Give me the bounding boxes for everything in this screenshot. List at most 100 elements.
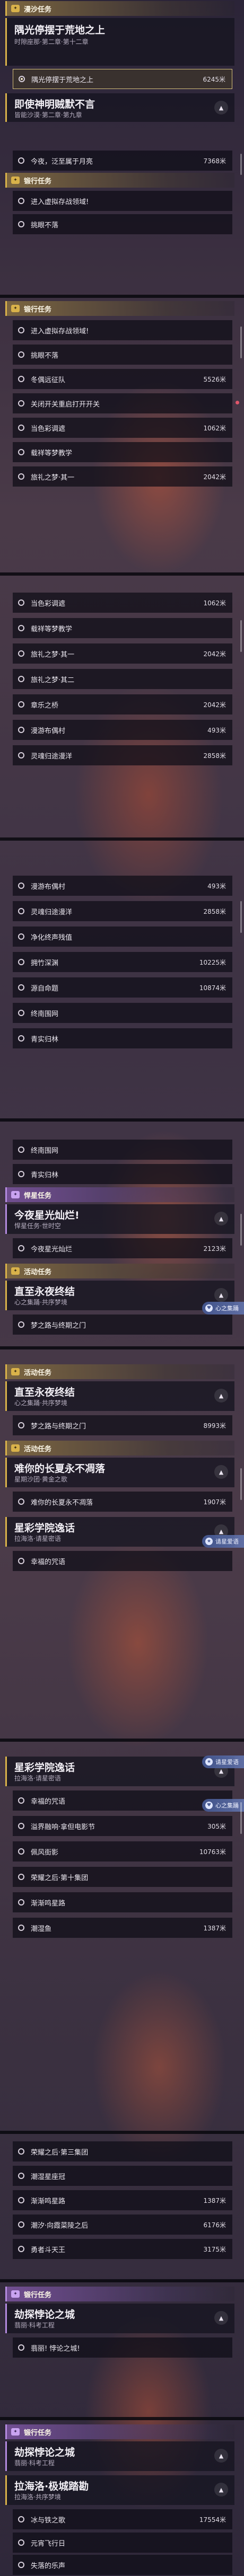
quest-step-row[interactable]: 旅礼之梦·其一 2042米 bbox=[13, 466, 232, 487]
quest-step-row[interactable]: 章乐之桥 2042米 bbox=[13, 694, 232, 714]
chevron-up-icon[interactable]: ▲ bbox=[214, 2449, 228, 2463]
quest-card[interactable]: 劫探悖论之城 翡丽·科考工程 ▲ bbox=[5, 2304, 234, 2333]
quest-step-label: 章乐之桥 bbox=[31, 701, 59, 710]
quest-step-row[interactable]: 梦之路与终期之门 bbox=[13, 1315, 232, 1335]
quest-step-row[interactable]: 终南围网 bbox=[13, 1140, 232, 1160]
quest-step-row[interactable]: 渐渐鸣星路 1387米 bbox=[13, 2190, 232, 2210]
chevron-up-icon[interactable]: ▲ bbox=[214, 101, 228, 114]
chevron-up-icon[interactable]: ▲ bbox=[214, 2483, 228, 2496]
quest-step-row[interactable]: 元宵飞行日 bbox=[13, 2533, 232, 2553]
partner-badge[interactable]: ★ 请星爱语 bbox=[202, 1535, 244, 1548]
quest-step-row[interactable]: 幸福的咒语 bbox=[13, 1790, 232, 1811]
quest-step-row[interactable]: 当色彩调遮 1062米 bbox=[13, 418, 232, 438]
distance-label: 2858米 bbox=[203, 907, 226, 915]
quest-step-label: 拥竹深渊 bbox=[31, 959, 59, 967]
quest-step-row[interactable]: 翡丽! 悖论之城! bbox=[13, 2337, 232, 2358]
quest-step-row[interactable]: 难你的长夏永不凋落 1907米 bbox=[13, 1492, 232, 1512]
quest-step-row[interactable]: 载祥等梦教学 bbox=[13, 618, 232, 638]
quest-step-row[interactable]: 终南围网 bbox=[13, 1003, 232, 1023]
quest-subtitle: 心之集踊·共序梦境 bbox=[14, 1299, 67, 1306]
quest-step-label: 旅礼之梦·其一 bbox=[31, 650, 75, 659]
quest-step-row[interactable]: 佩风街影 10763米 bbox=[13, 1841, 232, 1862]
chevron-up-icon[interactable]: ▲ bbox=[214, 1389, 228, 1402]
quest-step-row[interactable]: 冬偶远征队 5526米 bbox=[13, 369, 232, 389]
chevron-up-icon[interactable]: ▲ bbox=[214, 1212, 228, 1225]
section-header-label: 锻行任务 bbox=[24, 2429, 52, 2437]
quest-step-row[interactable]: 青实归林 bbox=[13, 1164, 232, 1184]
distance-label: 10225米 bbox=[199, 958, 226, 966]
screenshot-frame-1: ✦ 漫沙任务 隅光停摆于荒地之上 时隙座那·第二章·第十二章 隅光停摆于荒地之上… bbox=[0, 0, 244, 122]
quest-step-row[interactable]: 溢界融响·拿但电影节 305米 bbox=[13, 1816, 232, 1836]
scrollbar-thumb[interactable] bbox=[240, 154, 242, 175]
scrollbar-thumb[interactable] bbox=[240, 620, 242, 652]
quest-step-row[interactable]: 今夜，泛至属于月亮 7368米 bbox=[13, 151, 232, 171]
crew-badge[interactable]: ♥ 心之集踊 bbox=[202, 1302, 244, 1315]
quest-step-row[interactable]: 拥竹深渊 10225米 bbox=[13, 952, 232, 972]
quest-subtitle: 时隙座那·第二章·第十二章 bbox=[14, 38, 89, 46]
quest-card[interactable]: 星彩学院逸话 拉海洛·请星密语 ▲ bbox=[5, 1757, 234, 1786]
quest-step-row[interactable]: 潮汐·向霞菜陵之后 6176米 bbox=[13, 2215, 232, 2235]
frame-divider bbox=[0, 295, 244, 298]
quest-step-row[interactable]: 潮湿星座冠 bbox=[13, 2166, 232, 2186]
quest-step-row-selected[interactable]: 隅光停摆于荒地之上 6245米 bbox=[13, 69, 232, 89]
quest-step-row[interactable]: 进入虚拟存战领域! bbox=[13, 320, 232, 340]
scrollbar-thumb[interactable] bbox=[240, 1214, 242, 1246]
quest-step-row[interactable]: 梦之路与终期之门 8993米 bbox=[13, 1415, 232, 1435]
scrollbar-thumb[interactable] bbox=[240, 1802, 242, 1834]
quest-step-row[interactable]: 潮湿鱼 1387米 bbox=[13, 1918, 232, 1938]
quest-step-row[interactable]: 挑眼不落 bbox=[13, 345, 232, 365]
quest-step-row[interactable]: 荣耀之后·第三集团 bbox=[13, 2141, 232, 2162]
scrollbar-thumb[interactable] bbox=[240, 1468, 242, 1500]
quest-step-label: 元宵飞行日 bbox=[31, 2539, 66, 2548]
quest-step-label: 失落的乐声 bbox=[31, 2562, 66, 2570]
section-header-event: ✦ 活动任务 bbox=[5, 1264, 234, 1278]
quest-card[interactable]: 直至永夜终结 心之集踊·共序梦境 ▲ bbox=[5, 1381, 234, 1411]
quest-step-row[interactable]: 灵魂归途漫洋 2858米 bbox=[13, 901, 232, 921]
chevron-up-icon[interactable]: ▲ bbox=[214, 1288, 228, 1302]
partner-badge[interactable]: ★ 请星爱语 bbox=[202, 1755, 244, 1768]
quest-title: 拉海洛·极城踏勘 bbox=[14, 2481, 89, 2492]
quest-step-row[interactable]: 青实归林 bbox=[13, 1028, 232, 1048]
radio-icon bbox=[18, 157, 24, 164]
distance-label: 10763米 bbox=[199, 1848, 226, 1856]
quest-step-row[interactable]: 漫游布偶村 493米 bbox=[13, 720, 232, 740]
section-header-forge: ✦ 锻行任务 bbox=[5, 2424, 234, 2439]
quest-step-row[interactable]: 当色彩调遮 1062米 bbox=[13, 593, 232, 613]
crew-badge[interactable]: ♥ 心之集踊 bbox=[202, 1799, 244, 1812]
quest-step-row[interactable]: 源自命题 10874米 bbox=[13, 977, 232, 998]
quest-step-row[interactable]: 净化终声残值 bbox=[13, 927, 232, 947]
quest-subtitle: 星期沙团·黄金之歌 bbox=[14, 1476, 67, 1483]
quest-step-row[interactable]: 挑眼不落 bbox=[13, 214, 232, 234]
quest-step-row[interactable]: 今夜星光灿烂 2123米 bbox=[13, 1238, 232, 1258]
quest-step-row[interactable]: 关闭开关重启打开开关 bbox=[13, 393, 232, 413]
quest-step-row[interactable]: 勇者斗天王 3175米 bbox=[13, 2239, 232, 2259]
quest-card[interactable]: 今夜星光灿烂! 悍星任务·世时空 ▲ bbox=[5, 1204, 234, 1234]
quest-step-row[interactable]: 灵魂归途漫洋 2858米 bbox=[13, 745, 232, 765]
quest-step-row[interactable]: 幸福的咒语 bbox=[13, 1551, 232, 1571]
quest-step-row[interactable]: 荣耀之后·第十集团 bbox=[13, 1867, 232, 1887]
quest-step-row[interactable]: 进入虚拟存战领域! bbox=[13, 191, 232, 211]
quest-step-label: 荣耀之后·第十集团 bbox=[31, 1874, 89, 1882]
radio-icon bbox=[18, 599, 24, 606]
quest-card[interactable]: 劫探悖论之城 翡丽·科考工程 ▲ bbox=[5, 2441, 234, 2471]
radio-icon bbox=[18, 1035, 24, 1042]
quest-card[interactable]: 难你的长夏永不凋落 星期沙团·黄金之歌 ▲ bbox=[5, 1458, 234, 1487]
quest-step-row[interactable]: 渐渐鸣星路 bbox=[13, 1892, 232, 1912]
scrollbar-thumb[interactable] bbox=[240, 901, 242, 933]
quest-step-row[interactable]: 漫游布偶村 493米 bbox=[13, 876, 232, 896]
quest-step-row[interactable]: 冰与铁之歌 17554米 bbox=[13, 2509, 232, 2529]
partner-badge-label: 请星爱语 bbox=[215, 1759, 239, 1766]
chevron-up-icon[interactable]: ▲ bbox=[214, 2311, 228, 2325]
quest-card[interactable]: 拉海洛·极城踏勘 拉海洛·共序梦境 ▲ bbox=[5, 2475, 234, 2505]
quest-step-row[interactable]: 旅礼之梦·其一 2042米 bbox=[13, 643, 232, 664]
quest-step-row[interactable]: 旅礼之梦·其二 bbox=[13, 669, 232, 689]
quest-card[interactable]: 即使神明贼默不言 皆能沙漠·第二章·第九章 ▲ bbox=[5, 93, 234, 122]
quest-step-row[interactable]: 失落的乐声 bbox=[13, 2555, 232, 2575]
quest-card[interactable]: 隅光停摆于荒地之上 时隙座那·第二章·第十二章 bbox=[5, 18, 234, 66]
quest-step-row[interactable]: 载祥等梦教学 bbox=[13, 442, 232, 462]
quest-step-label: 灵魂归途漫洋 bbox=[31, 752, 73, 761]
chevron-up-icon[interactable]: ▲ bbox=[214, 1465, 228, 1479]
quest-card[interactable]: 直至永夜终结 心之集踊·共序梦境 ▲ bbox=[5, 1281, 234, 1310]
scrollbar-thumb[interactable] bbox=[240, 327, 242, 358]
quest-card[interactable]: 星彩学院逸话 拉海洛·请星密语 ▲ bbox=[5, 1517, 234, 1547]
